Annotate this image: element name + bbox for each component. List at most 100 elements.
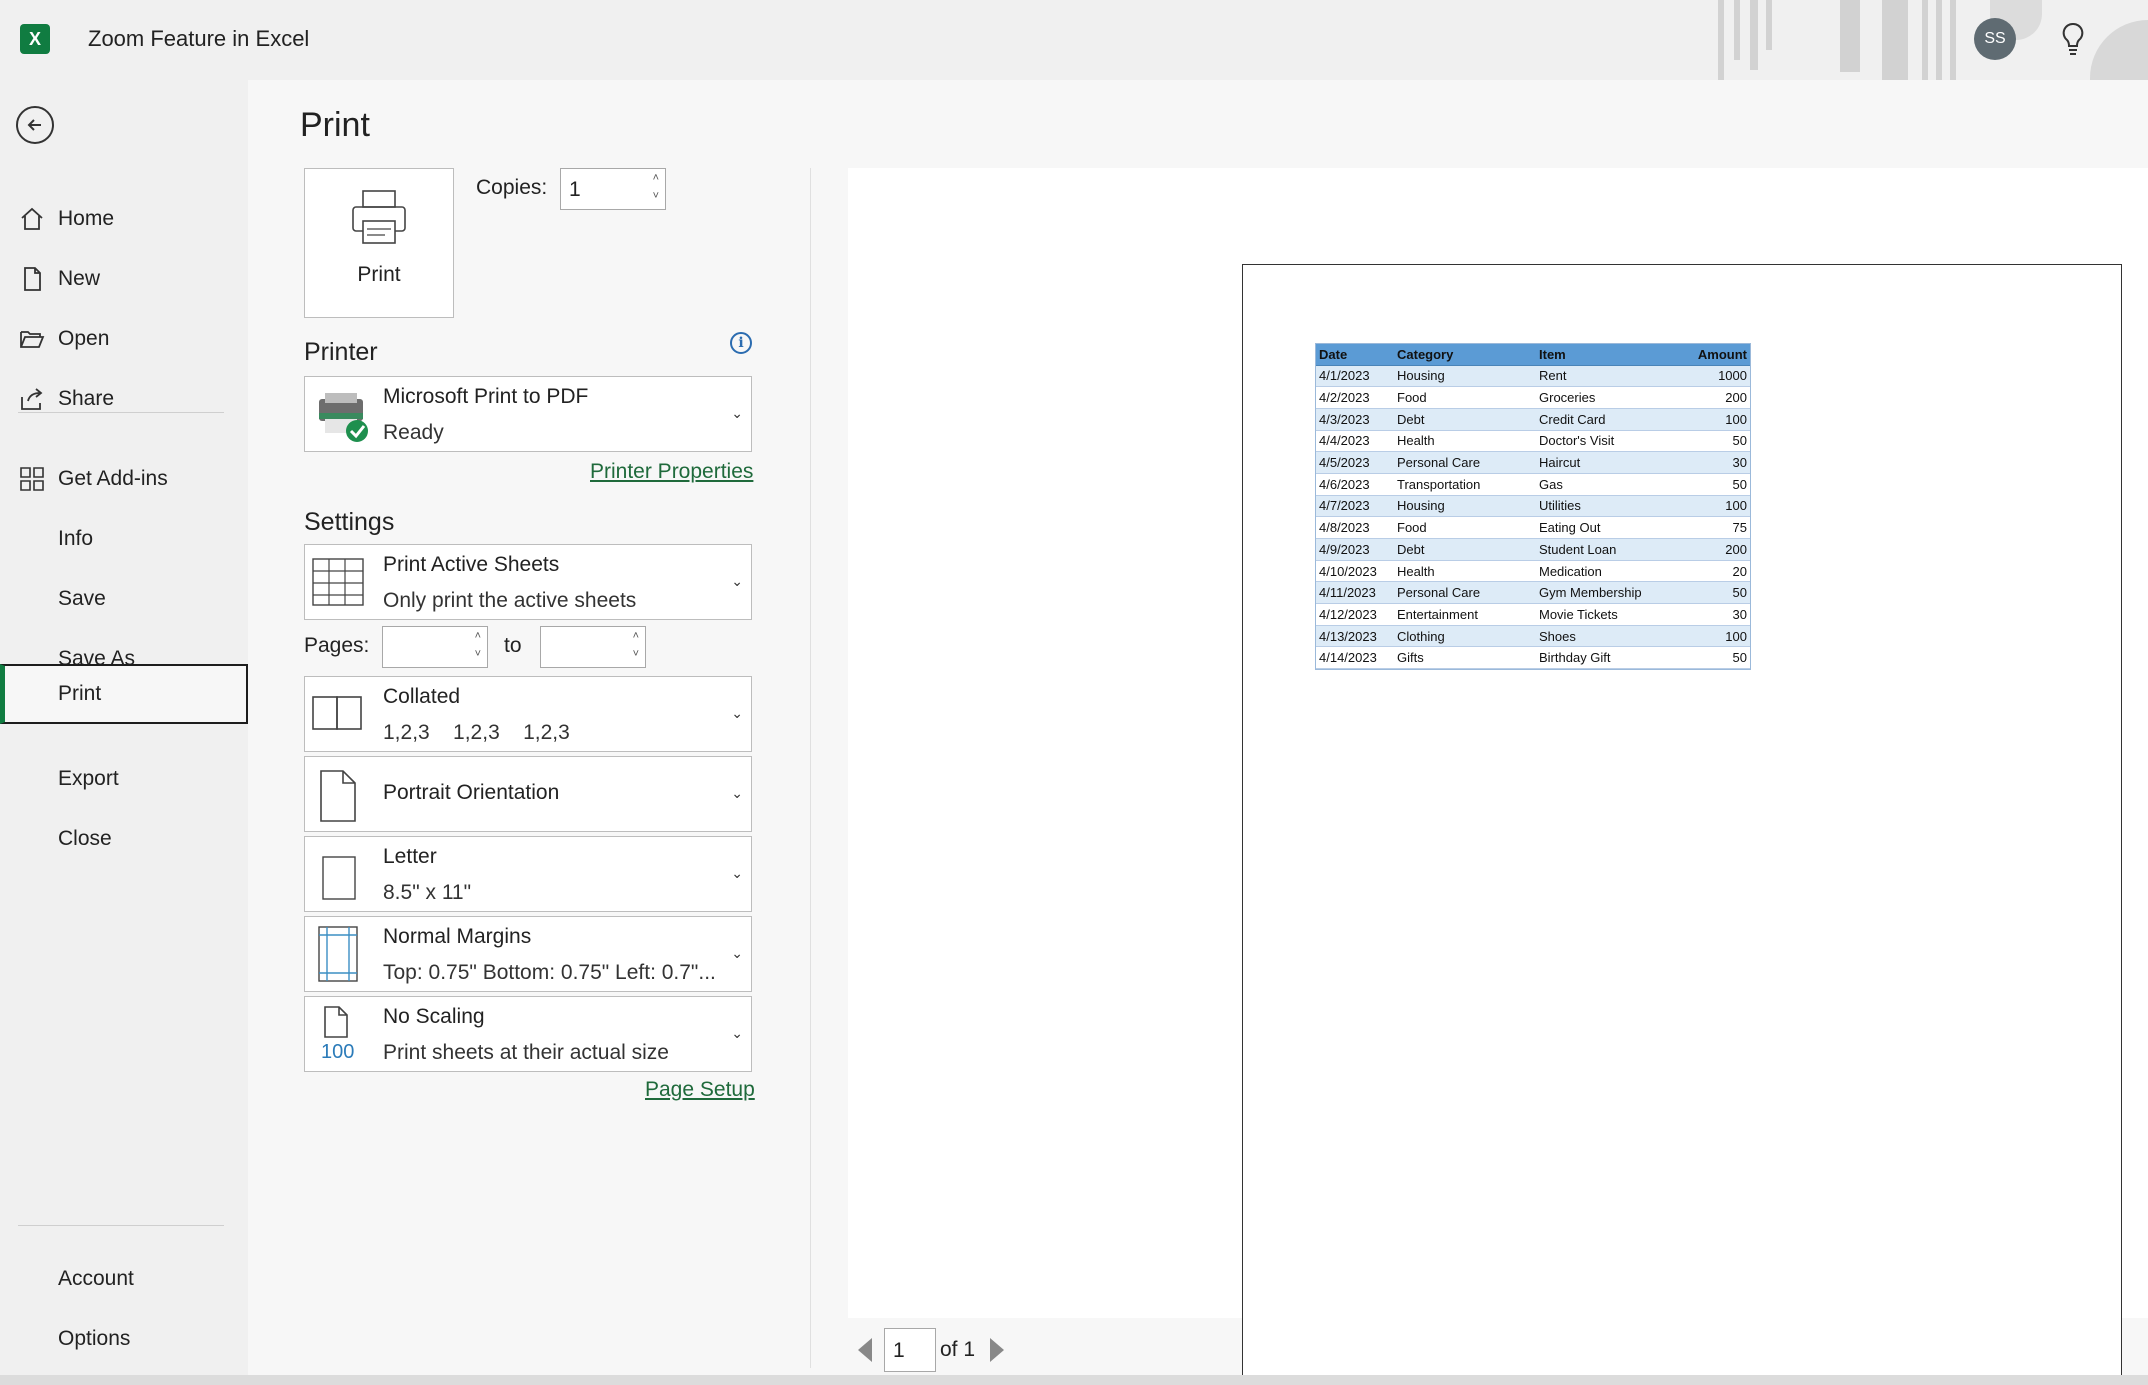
table-cell: Personal Care bbox=[1394, 581, 1536, 605]
back-button[interactable] bbox=[16, 106, 54, 144]
table-cell: Debt bbox=[1394, 538, 1536, 561]
title-decoration bbox=[1882, 0, 1908, 80]
table-cell: Food bbox=[1394, 386, 1536, 409]
printer-status: Ready bbox=[383, 421, 444, 444]
table-cell: Gifts bbox=[1394, 646, 1536, 670]
table-cell: 4/1/2023 bbox=[1316, 365, 1394, 388]
copies-value: 1 bbox=[569, 178, 581, 201]
table-row: 4/8/2023 Food Eating Out 75 bbox=[1316, 516, 1750, 539]
table-cell: Groceries bbox=[1536, 386, 1678, 409]
print-what-dropdown[interactable]: Print Active Sheets Only print the activ… bbox=[304, 544, 752, 620]
table-cell: 200 bbox=[1678, 538, 1750, 561]
scaling-dropdown[interactable]: 100 No Scaling Print sheets at their act… bbox=[304, 996, 752, 1072]
pane-divider bbox=[810, 168, 811, 1368]
preview-page: Date Category Item Amount 4/1/2023 Housin… bbox=[1242, 264, 2122, 1385]
page-setup-link[interactable]: Page Setup bbox=[645, 1078, 755, 1102]
spin-up-icon[interactable]: ˄ bbox=[633, 631, 639, 642]
chevron-down-icon: ⌄ bbox=[731, 573, 743, 589]
sidebar-item-label: Save bbox=[58, 587, 106, 610]
page-count: of 1 bbox=[940, 1338, 976, 1361]
sidebar-item-info[interactable]: Info bbox=[0, 512, 248, 566]
sidebar-item-export[interactable]: Export bbox=[0, 752, 248, 806]
title-decoration bbox=[1766, 0, 1772, 50]
spin-up-icon[interactable]: ˄ bbox=[653, 173, 659, 184]
table-cell: 4/6/2023 bbox=[1316, 473, 1394, 496]
orientation-dropdown[interactable]: Portrait Orientation ⌄ bbox=[304, 756, 752, 832]
print-pane: Print Print Copies: 1 ˄ ˅ Printer i Micr… bbox=[248, 80, 2148, 1385]
pages-to-input[interactable]: ˄ ˅ bbox=[540, 626, 646, 668]
copies-label: Copies: bbox=[476, 176, 548, 199]
chevron-down-icon: ⌄ bbox=[731, 1025, 743, 1041]
table-cell: Student Loan bbox=[1536, 538, 1678, 561]
table-cell: 4/12/2023 bbox=[1316, 603, 1394, 626]
next-page-icon[interactable] bbox=[990, 1338, 1004, 1362]
margins-dropdown[interactable]: Normal Margins Top: 0.75" Bottom: 0.75" … bbox=[304, 916, 752, 992]
sidebar-item-open[interactable]: Open bbox=[0, 312, 248, 366]
paper-size-dropdown[interactable]: Letter 8.5" x 11" ⌄ bbox=[304, 836, 752, 912]
previous-page-icon[interactable] bbox=[858, 1338, 872, 1362]
paper-size-title: Letter bbox=[383, 845, 437, 868]
table-cell: Shoes bbox=[1536, 625, 1678, 648]
sidebar-item-home[interactable]: Home bbox=[0, 192, 248, 246]
sheet-grid-icon bbox=[312, 558, 364, 606]
sidebar-item-get-add-ins[interactable]: Get Add-ins bbox=[0, 452, 248, 506]
print-button[interactable]: Print bbox=[304, 168, 454, 318]
pages-to-label: to bbox=[504, 634, 522, 657]
table-cell: 4/7/2023 bbox=[1316, 495, 1394, 518]
copies-stepper[interactable]: 1 ˄ ˅ bbox=[560, 168, 666, 210]
collate-dropdown[interactable]: Collated 1,2,3 1,2,3 1,2,3 ⌄ bbox=[304, 676, 752, 752]
paper-size-icon bbox=[322, 856, 356, 900]
title-decoration bbox=[1936, 0, 1942, 80]
spin-down-icon[interactable]: ˅ bbox=[653, 191, 659, 202]
scaling-icon-text: 100 bbox=[321, 1041, 355, 1063]
backstage-sidebar: Home New Open Share Get Add-ins Info Sav… bbox=[0, 80, 248, 1375]
table-cell: Personal Care bbox=[1394, 451, 1536, 474]
table-cell: 4/9/2023 bbox=[1316, 538, 1394, 561]
preview-table: Date Category Item Amount 4/1/2023 Housin… bbox=[1316, 344, 1750, 670]
sidebar-item-options[interactable]: Options bbox=[0, 1312, 248, 1366]
lightbulb-icon[interactable] bbox=[2058, 20, 2088, 60]
column-header: Category bbox=[1394, 344, 1536, 366]
print-preview-area[interactable]: Date Category Item Amount 4/1/2023 Housin… bbox=[848, 168, 2148, 1385]
table-cell: Doctor's Visit bbox=[1536, 430, 1678, 453]
title-decoration bbox=[1922, 0, 1928, 80]
table-cell: Gas bbox=[1536, 473, 1678, 496]
sidebar-item-label: Home bbox=[58, 207, 115, 230]
pages-from-input[interactable]: ˄ ˅ bbox=[382, 626, 488, 668]
sidebar-item-close[interactable]: Close bbox=[0, 812, 248, 866]
sidebar-item-account[interactable]: Account bbox=[0, 1252, 248, 1306]
printer-icon bbox=[352, 190, 406, 244]
sidebar-item-new[interactable]: New bbox=[0, 252, 248, 306]
printer-properties-link[interactable]: Printer Properties bbox=[590, 460, 753, 484]
print-what-title: Print Active Sheets bbox=[383, 553, 560, 576]
sidebar-item-share[interactable]: Share bbox=[0, 372, 248, 426]
print-button-label: Print bbox=[357, 263, 401, 286]
table-cell: 4/13/2023 bbox=[1316, 625, 1394, 648]
column-header: Amount bbox=[1678, 344, 1750, 366]
table-cell: 4/3/2023 bbox=[1316, 408, 1394, 431]
chevron-down-icon: ⌄ bbox=[731, 945, 743, 961]
table-cell: Debt bbox=[1394, 408, 1536, 431]
current-page-value: 1 bbox=[893, 1339, 905, 1362]
info-icon[interactable]: i bbox=[730, 332, 752, 354]
spin-down-icon[interactable]: ˅ bbox=[475, 649, 481, 660]
table-row: 4/4/2023 Health Doctor's Visit 50 bbox=[1316, 430, 1750, 453]
status-bar bbox=[0, 1375, 2148, 1385]
table-cell: Movie Tickets bbox=[1536, 603, 1678, 626]
table-cell: 4/4/2023 bbox=[1316, 430, 1394, 453]
table-cell: Entertainment bbox=[1394, 603, 1536, 626]
user-avatar[interactable]: SS bbox=[1974, 18, 2016, 60]
sidebar-item-label: Account bbox=[58, 1267, 134, 1290]
spin-up-icon[interactable]: ˄ bbox=[475, 631, 481, 642]
sidebar-item-save[interactable]: Save bbox=[0, 572, 248, 626]
table-cell: 4/2/2023 bbox=[1316, 386, 1394, 409]
table-cell: Gym Membership bbox=[1536, 581, 1678, 605]
printer-dropdown[interactable]: Microsoft Print to PDF Ready ⌄ bbox=[304, 376, 752, 452]
current-page-input[interactable]: 1 bbox=[884, 1328, 936, 1372]
collate-subtitle: 1,2,3 1,2,3 1,2,3 bbox=[383, 721, 570, 744]
table-cell: Medication bbox=[1536, 560, 1678, 583]
spin-down-icon[interactable]: ˅ bbox=[633, 649, 639, 660]
sidebar-item-print[interactable]: Print bbox=[0, 664, 248, 724]
table-cell: 50 bbox=[1678, 581, 1750, 605]
table-row: 4/5/2023 Personal Care Haircut 30 bbox=[1316, 451, 1750, 474]
